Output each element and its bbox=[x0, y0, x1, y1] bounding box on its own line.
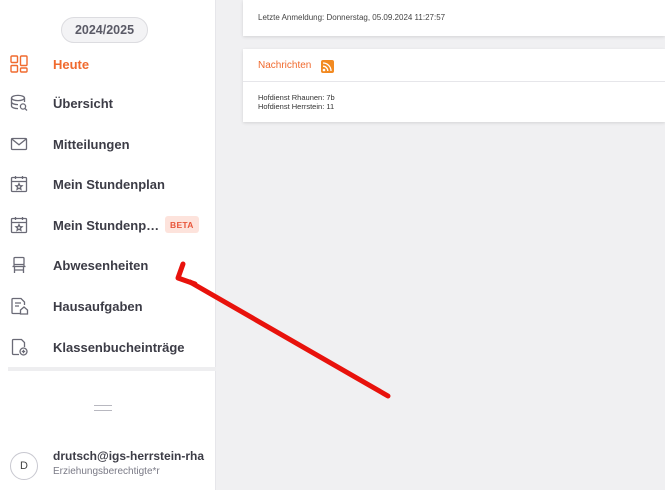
news-title: Nachrichten bbox=[258, 60, 312, 71]
sidebar-item-stundenplan[interactable]: Mein Stundenplan bbox=[0, 164, 216, 204]
user-email[interactable]: drutsch@igs-herrstein-rha bbox=[53, 449, 216, 463]
sidebar-item-label: Abwesenheiten bbox=[53, 257, 149, 273]
sidebar-item-stundenplan-beta[interactable]: Mein Stundenp… BETA bbox=[0, 205, 216, 245]
sidebar: 2024/2025 Heute Übersicht Mitteilungen M… bbox=[0, 0, 216, 490]
chair-icon bbox=[9, 255, 29, 275]
sidebar-item-label: Mitteilungen bbox=[53, 136, 130, 152]
dashboard-icon bbox=[9, 54, 29, 74]
last-login-card: Letzte Anmeldung: Donnerstag, 05.09.2024… bbox=[243, 0, 665, 36]
sidebar-item-label: Mein Stundenplan bbox=[53, 176, 165, 192]
sidebar-item-label: Übersicht bbox=[53, 95, 113, 111]
sidebar-item-abwesenheiten[interactable]: Abwesenheiten bbox=[0, 245, 216, 285]
news-card: Nachrichten Hofdienst Rhaunen: 7b Hofdie… bbox=[243, 49, 665, 122]
sidebar-divider bbox=[8, 367, 216, 371]
sidebar-item-label: Heute bbox=[53, 56, 90, 72]
mail-icon bbox=[9, 134, 29, 154]
sidebar-item-uebersicht[interactable]: Übersicht bbox=[0, 83, 216, 123]
news-header: Nachrichten bbox=[243, 49, 665, 82]
overview-icon bbox=[9, 93, 29, 113]
drag-handle-icon[interactable] bbox=[94, 405, 112, 411]
homework-icon bbox=[9, 296, 29, 316]
news-item: Hofdienst Rhaunen: 7b bbox=[258, 93, 335, 102]
sidebar-item-label: Mein Stundenp… bbox=[53, 217, 160, 233]
beta-badge: BETA bbox=[165, 216, 199, 233]
sidebar-item-label: Klassenbucheinträge bbox=[53, 339, 185, 355]
sidebar-item-klassenbucheintraege[interactable]: Klassenbucheinträge bbox=[0, 327, 216, 367]
last-login-text: Letzte Anmeldung: Donnerstag, 05.09.2024… bbox=[258, 13, 446, 22]
sidebar-item-label: Hausaufgaben bbox=[53, 298, 143, 314]
news-item: Hofdienst Herrstein: 11 bbox=[258, 102, 335, 111]
sidebar-item-hausaufgaben[interactable]: Hausaufgaben bbox=[0, 286, 216, 326]
sidebar-item-mitteilungen[interactable]: Mitteilungen bbox=[0, 124, 216, 164]
sidebar-item-heute[interactable]: Heute bbox=[0, 44, 216, 84]
classbook-entry-icon bbox=[9, 337, 29, 357]
avatar[interactable]: D bbox=[10, 452, 38, 480]
calendar-star-icon bbox=[9, 215, 29, 235]
calendar-star-icon bbox=[9, 174, 29, 194]
rss-feed-icon[interactable] bbox=[321, 60, 334, 73]
user-role: Erziehungsberechtigte*r bbox=[53, 466, 160, 477]
school-year-selector[interactable]: 2024/2025 bbox=[61, 17, 148, 43]
